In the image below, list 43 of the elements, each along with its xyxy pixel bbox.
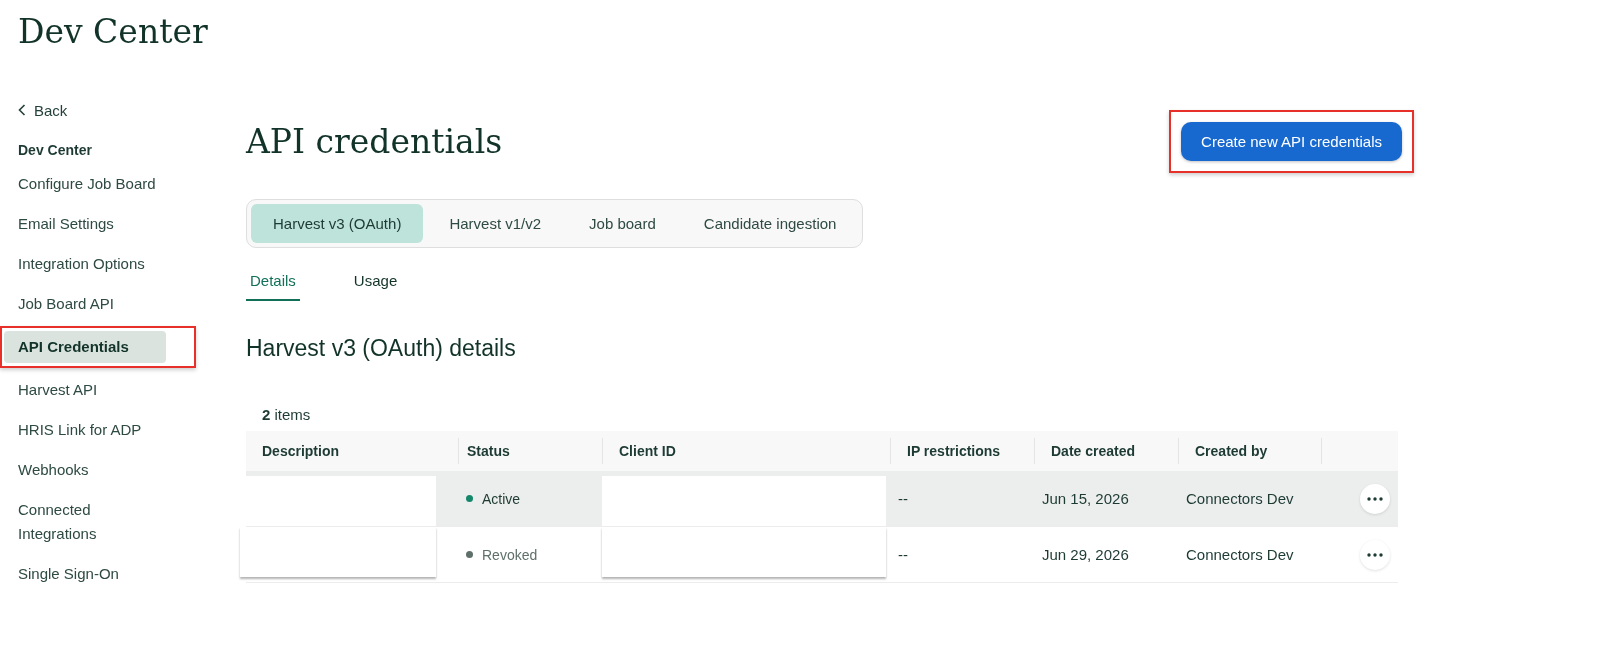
sidebar-item[interactable]: API Credentials — [4, 331, 166, 363]
column-header: Description — [262, 443, 339, 459]
sidebar-item[interactable]: Integration Options — [2, 248, 166, 280]
sidebar-section-title: Dev Center — [17, 141, 93, 160]
column-header: Created by — [1195, 443, 1268, 459]
item-count: 2 items — [261, 406, 312, 423]
sidebar-item[interactable]: Webhooks — [2, 454, 166, 486]
subtab[interactable]: Usage — [349, 266, 402, 301]
sidebar-item[interactable]: Single Sign-On — [2, 558, 166, 590]
app-title: Dev Center — [17, 11, 209, 53]
status-text: Active — [482, 490, 521, 507]
more-options-button[interactable] — [1360, 483, 1390, 514]
page-title: API credentials — [246, 122, 503, 161]
more-icon — [1367, 552, 1383, 557]
tab[interactable]: Job board — [567, 204, 678, 243]
table-cell: Jun 29, 2026 — [1042, 546, 1129, 563]
table-cell: Connectors Dev — [1186, 490, 1294, 507]
sidebar-item[interactable]: Configure Job Board — [2, 168, 166, 200]
column-header: Client ID — [619, 443, 676, 459]
table-cell: Jun 15, 2026 — [1042, 490, 1129, 507]
more-options-button[interactable] — [1360, 539, 1390, 570]
table-row[interactable]: Revoked -- Jun 29, 2026 Connectors Dev — [246, 527, 1398, 583]
tab[interactable]: Harvest v3 (OAuth) — [251, 204, 424, 243]
column-header: Status — [467, 443, 510, 459]
table-cell: -- — [898, 546, 908, 563]
sidebar-item[interactable]: Harvest API — [2, 374, 166, 406]
sidebar-item[interactable]: HRIS Link for ADP — [2, 414, 166, 446]
table-cell: Connectors Dev — [1186, 546, 1294, 563]
tab[interactable]: Harvest v1/v2 — [427, 204, 564, 243]
sidebar-item[interactable]: Email Settings — [2, 208, 166, 240]
column-header: Date created — [1051, 443, 1136, 459]
subtab[interactable]: Details — [246, 266, 300, 301]
table-cell: -- — [898, 490, 908, 507]
column-header: IP restrictions — [907, 443, 1001, 459]
chevron-left-icon — [18, 104, 26, 116]
section-title: Harvest v3 (OAuth) details — [246, 335, 517, 362]
back-link[interactable]: Back — [0, 98, 246, 122]
more-icon — [1367, 496, 1383, 501]
sidebar-item[interactable]: Connected Integrations — [2, 494, 166, 550]
status-text: Revoked — [482, 546, 538, 563]
tab[interactable]: Candidate ingestion — [681, 204, 859, 243]
sidebar-item[interactable]: Job Board API — [2, 288, 166, 320]
create-credentials-button[interactable]: Create new API credentials — [1181, 122, 1402, 161]
